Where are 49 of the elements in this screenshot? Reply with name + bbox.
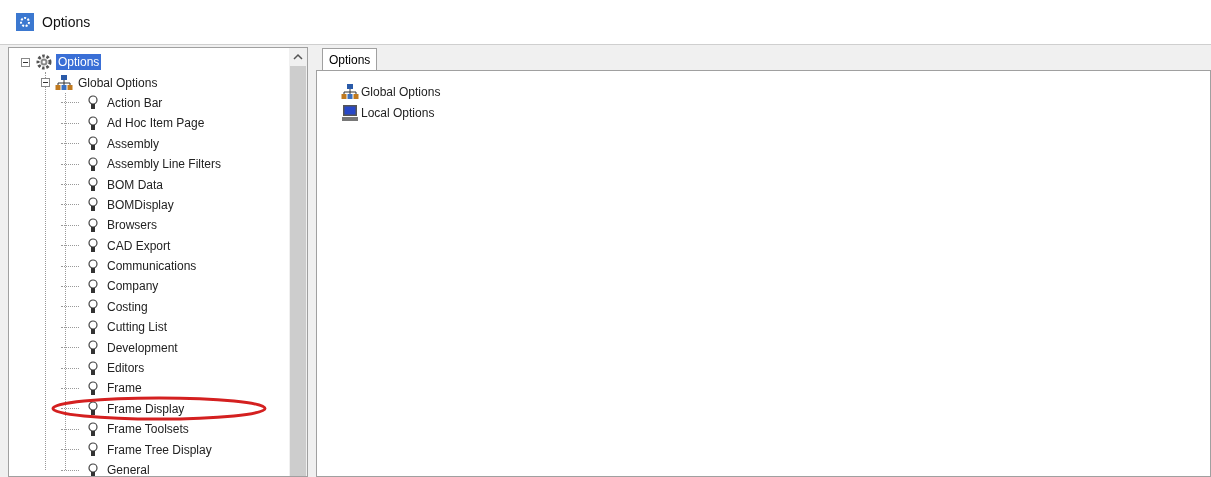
tree-item[interactable]: CAD Export <box>105 237 173 254</box>
tree-item[interactable]: Communications <box>105 258 199 275</box>
tree-item[interactable]: Global Options <box>76 74 160 91</box>
lightbulb-icon <box>88 380 98 396</box>
computer-icon <box>341 103 359 122</box>
tree-item[interactable]: Ad Hoc Item Page <box>105 115 207 132</box>
lightbulb-icon <box>88 95 98 111</box>
tab[interactable]: Options <box>322 48 378 70</box>
tree-item[interactable]: BOM Data <box>105 176 165 193</box>
collapse-toggle[interactable] <box>41 78 50 88</box>
tree-item[interactable]: Costing <box>105 298 150 315</box>
lightbulb-icon <box>88 115 98 131</box>
tree-item[interactable]: Editors <box>105 360 147 377</box>
collapse-toggle[interactable] <box>21 57 30 67</box>
gear-icon <box>35 53 53 72</box>
window-title: Options <box>42 12 91 32</box>
network-icon <box>55 73 73 92</box>
tree-item[interactable]: Frame Toolsets <box>105 421 191 438</box>
tree-item[interactable]: Browsers <box>105 217 159 234</box>
lightbulb-icon <box>88 442 98 458</box>
lightbulb-icon <box>88 421 98 437</box>
tree-item[interactable]: Assembly <box>105 135 161 152</box>
list-item[interactable]: Global Options <box>361 82 441 101</box>
lightbulb-icon <box>88 258 98 274</box>
tree-item[interactable]: General <box>105 462 152 476</box>
tree-item[interactable]: BOMDisplay <box>105 196 176 213</box>
tree-item[interactable]: Company <box>105 278 161 295</box>
tree-item[interactable]: Development <box>105 339 180 356</box>
lightbulb-icon <box>88 217 98 233</box>
lightbulb-icon <box>88 177 98 193</box>
lightbulb-icon <box>88 279 98 294</box>
lightbulb-icon <box>88 238 98 254</box>
lightbulb-icon <box>88 299 98 315</box>
tree-item[interactable]: Options <box>56 54 102 71</box>
tree-item[interactable]: Assembly Line Filters <box>105 156 224 173</box>
tree-item[interactable]: Frame <box>105 380 144 397</box>
lightbulb-icon <box>88 340 98 356</box>
lightbulb-icon <box>88 319 98 335</box>
tree-item[interactable]: Action Bar <box>105 94 165 111</box>
lightbulb-icon <box>88 197 98 213</box>
app-icon <box>16 13 34 31</box>
tree-item[interactable]: Cutting List <box>105 319 170 336</box>
lightbulb-icon <box>88 360 98 376</box>
lightbulb-icon <box>88 136 98 152</box>
list-item[interactable]: Local Options <box>361 103 435 122</box>
tree-item[interactable]: Frame Tree Display <box>105 441 214 458</box>
lightbulb-icon <box>88 156 98 172</box>
lightbulb-icon <box>88 401 98 417</box>
network-icon <box>341 82 359 101</box>
